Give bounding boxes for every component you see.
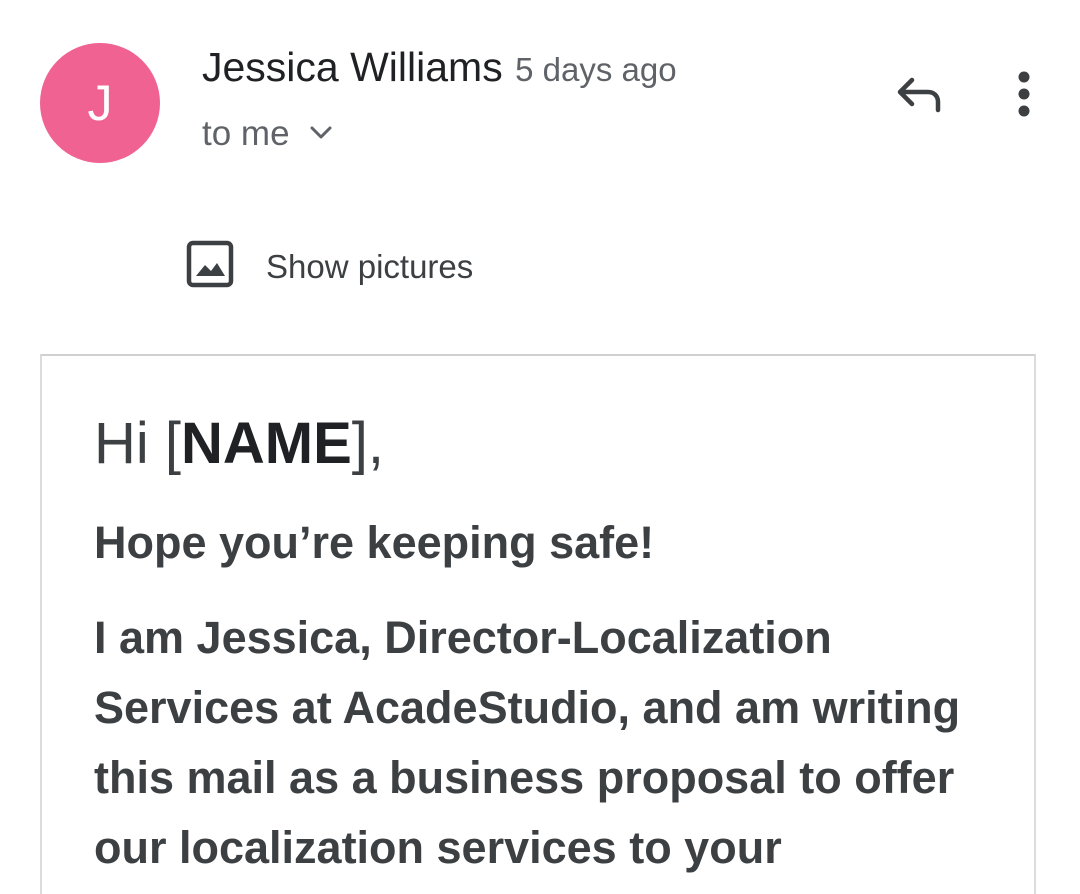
message-greeting: Hi [NAME], [94,410,384,477]
show-pictures-button[interactable]: Show pictures [186,240,473,293]
message-line: our localization services to your [94,822,782,873]
image-icon [186,240,234,293]
more-vert-icon [1017,70,1031,123]
chevron-down-icon [310,126,332,145]
greeting-name-placeholder: NAME [181,411,352,476]
email-timestamp: 5 days ago [515,51,677,88]
message-line: this mail as a business proposal to offe… [94,752,955,803]
sender-line: Jessica Williams 5 days ago [202,44,677,91]
recipient-label: to me [202,114,290,153]
email-view: J Jessica Williams 5 days ago to me Show… [0,0,1080,894]
show-pictures-label: Show pictures [266,247,474,285]
reply-button[interactable] [890,70,950,124]
more-options-button[interactable] [1000,66,1048,126]
message-line: Services at AcadeStudio, and am writing [94,682,961,733]
avatar-initial: J [87,75,113,131]
greeting-prefix: Hi [ [94,411,181,476]
reply-icon [896,75,944,120]
message-line: Hope you’re keeping safe! [94,517,655,568]
sender-name[interactable]: Jessica Williams [202,44,503,90]
message-body: Hi [NAME], Hope you’re keeping safe! I a… [40,354,1036,894]
greeting-suffix: ], [351,411,385,476]
sender-avatar[interactable]: J [40,43,160,163]
recipient-details-toggle[interactable]: to me [202,114,332,154]
message-line: I am Jessica, Director-Localization [94,612,832,663]
